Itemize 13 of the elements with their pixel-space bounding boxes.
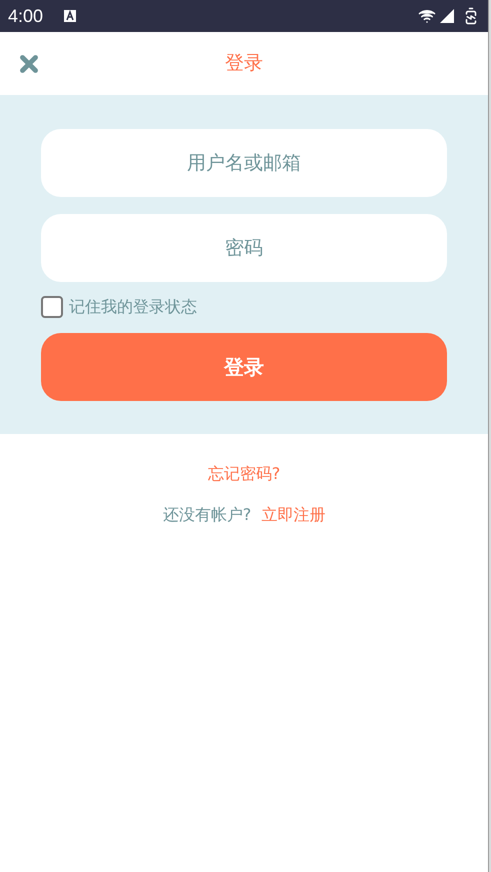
status-time: 4:00	[8, 4, 44, 28]
remember-checkbox[interactable]	[41, 296, 63, 318]
login-button[interactable]: 登录	[41, 333, 447, 401]
signal-icon	[440, 9, 454, 23]
signup-prompt: 还没有帐户?	[162, 504, 252, 526]
page-title: 登录	[225, 51, 263, 76]
remember-label: 记住我的登录状态	[69, 296, 197, 318]
signup-link[interactable]: 立即注册	[261, 503, 326, 527]
notification-icon	[63, 9, 78, 23]
password-field[interactable]: 密码	[41, 214, 447, 282]
username-field[interactable]: 用户名或邮箱	[41, 129, 447, 197]
forgot-password-link[interactable]: 忘记密码?	[208, 462, 280, 486]
wifi-icon	[418, 7, 436, 25]
